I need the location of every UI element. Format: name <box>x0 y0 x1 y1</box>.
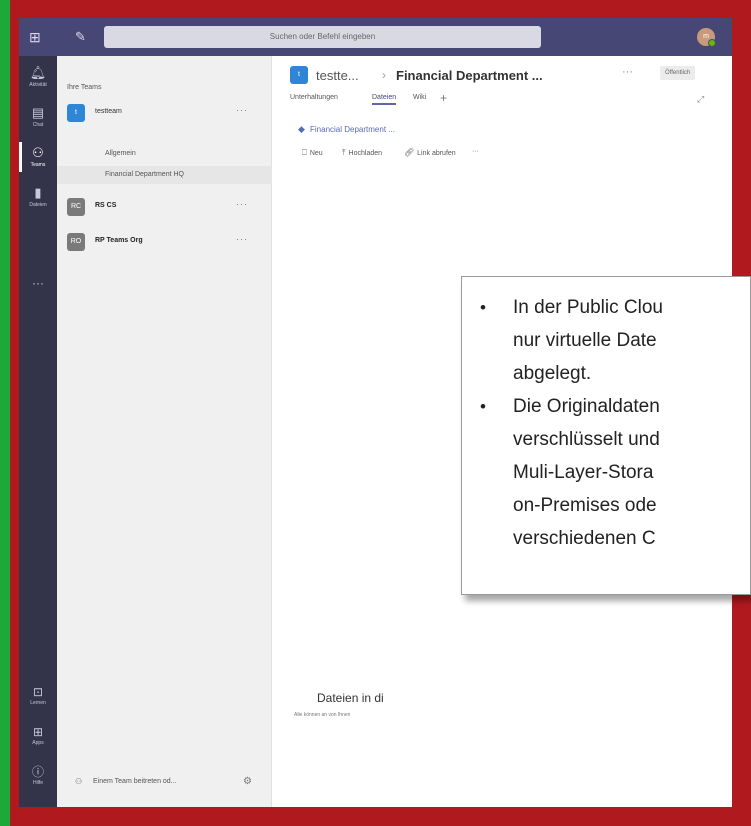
tab-unterhaltungen[interactable]: Unterhaltungen <box>290 94 338 101</box>
new-button[interactable]: ⎕ Neu <box>302 148 323 158</box>
bullet-original-data: Die Originaldaten verschlüsselt und Muli… <box>480 390 750 555</box>
upload-label: Hochladen <box>348 150 383 157</box>
gear-icon[interactable]: ⚙ <box>243 776 252 787</box>
new-icon: ⎕ <box>302 148 307 157</box>
tab-dateien[interactable]: Dateien <box>372 94 397 105</box>
join-team-icon: ⚇ <box>75 777 83 786</box>
left-accent-bar <box>0 0 10 826</box>
join-team-link[interactable]: ⚇ Einem Team beitreten od... ⚙ <box>75 776 255 792</box>
bullet-line: abgelegt. <box>513 363 592 384</box>
bullet-line: nur virtuelle Date <box>513 330 657 351</box>
rail-item-label: Hilfe <box>32 780 43 786</box>
app-launcher-icon[interactable]: ⊞ <box>29 29 45 45</box>
rail-item-files[interactable]: ▮ Dateien <box>19 178 57 218</box>
get-link-button[interactable]: 🔗︎ Link abrufen <box>404 148 456 157</box>
more-apps-button[interactable]: ··· <box>19 276 57 290</box>
expand-icon[interactable]: ⤢ <box>697 94 704 105</box>
rail-item-activity[interactable]: 🔔︎ Aktivität <box>19 58 57 98</box>
sharepoint-title[interactable]: Financial Department ... <box>310 125 395 134</box>
rail-item-learn[interactable]: ⊡ Lernen <box>19 684 57 707</box>
teams-icon: ⚇ <box>32 145 44 160</box>
help-icon: ⓘ <box>31 765 44 779</box>
channel-title: Financial Department ... <box>396 68 543 83</box>
user-avatar[interactable]: m <box>697 28 716 47</box>
team-item-rs-cs[interactable]: RC RS CS ··· <box>67 196 262 220</box>
breadcrumb-team[interactable]: testte... <box>316 68 359 83</box>
chat-icon: ▤ <box>31 105 45 120</box>
sharepoint-icon: ◆ <box>298 124 305 134</box>
rail-item-chat[interactable]: ▤ Chat <box>19 98 57 138</box>
app-icon: ⊡ <box>32 685 44 699</box>
apps-icon: ⊞ <box>32 725 44 739</box>
rail-item-help[interactable]: ⓘ Hilfe <box>19 764 57 787</box>
join-team-label: Einem Team beitreten od... <box>93 778 177 785</box>
empty-state-title: Dateien in di <box>317 691 384 705</box>
team-avatar: RO <box>67 233 85 251</box>
get-link-label: Link abrufen <box>417 150 456 157</box>
upload-icon: ⤒ <box>342 148 346 157</box>
title-bar: ⊞ ✎ Suchen oder Befehl eingeben m <box>19 18 732 56</box>
add-tab-button[interactable]: + <box>440 91 447 105</box>
team-item-testteam[interactable]: t testteam ··· <box>67 102 262 126</box>
team-more-button[interactable]: ··· <box>236 199 248 209</box>
rail-item-label: Dateien <box>29 202 47 208</box>
visibility-badge: Öffentlich <box>660 66 696 80</box>
rail-item-label: Teams <box>30 162 46 168</box>
bullet-public-cloud: In der Public Clou nur virtuelle Date ab… <box>480 291 750 390</box>
bullet-line: verschiedenen C <box>513 528 656 549</box>
app-rail: 🔔︎ Aktivität ▤ Chat ⚇ Teams ▮ Dateien ··… <box>19 56 57 807</box>
compose-icon[interactable]: ✎ <box>75 29 86 45</box>
team-avatar: t <box>67 104 85 122</box>
tab-wiki[interactable]: Wiki <box>413 94 426 101</box>
team-more-button[interactable]: ··· <box>236 105 248 115</box>
search-input[interactable]: Suchen oder Befehl eingeben <box>104 26 541 48</box>
channel-more-button[interactable]: ··· <box>622 66 633 78</box>
bullet-line: on-Premises ode <box>513 495 657 516</box>
info-callout: In der Public Clou nur virtuelle Date ab… <box>461 276 751 595</box>
bullet-line: In der Public Clou <box>513 297 663 318</box>
upload-button[interactable]: ⤒ Hochladen <box>342 148 382 158</box>
team-more-button[interactable]: ··· <box>236 234 248 244</box>
rail-item-label: Chat <box>32 122 44 128</box>
rail-item-apps[interactable]: ⊞ Apps <box>19 724 57 747</box>
bell-icon: 🔔︎ <box>29 65 47 80</box>
team-avatar: t <box>290 66 308 84</box>
rail-item-teams[interactable]: ⚇ Teams <box>19 138 57 178</box>
new-label: Neu <box>309 150 323 157</box>
team-name: RP Teams Org <box>95 237 143 244</box>
team-name: RS CS <box>95 202 117 209</box>
breadcrumb-separator: › <box>382 68 386 82</box>
bullet-line: verschlüsselt und <box>513 429 660 450</box>
teams-list-pane: Ihre Teams t testteam ··· Allgemein Fina… <box>57 56 272 807</box>
team-name: testteam <box>95 108 122 115</box>
rail-item-label: Aktivität <box>29 82 47 88</box>
empty-state-subtitle: Alle können an von Ihnen <box>294 712 351 718</box>
file-icon: ▮ <box>34 185 42 200</box>
channel-item-financial-department[interactable]: Financial Department HQ <box>105 171 184 178</box>
bullet-line: Die Originaldaten <box>513 396 660 417</box>
bullet-line: Muli-Layer-Stora <box>513 462 654 483</box>
link-icon: 🔗︎ <box>404 148 415 157</box>
rail-item-label: Apps <box>32 740 44 746</box>
team-avatar: RC <box>67 198 85 216</box>
rail-item-label: Lernen <box>30 700 46 706</box>
more-commands-button[interactable]: ··· <box>472 148 479 155</box>
team-item-rp-teams-org[interactable]: RO RP Teams Org ··· <box>67 231 262 255</box>
teams-pane-header: Ihre Teams <box>67 84 102 91</box>
more-icon: ··· <box>472 148 479 155</box>
channel-item-allgemein[interactable]: Allgemein <box>105 150 136 157</box>
